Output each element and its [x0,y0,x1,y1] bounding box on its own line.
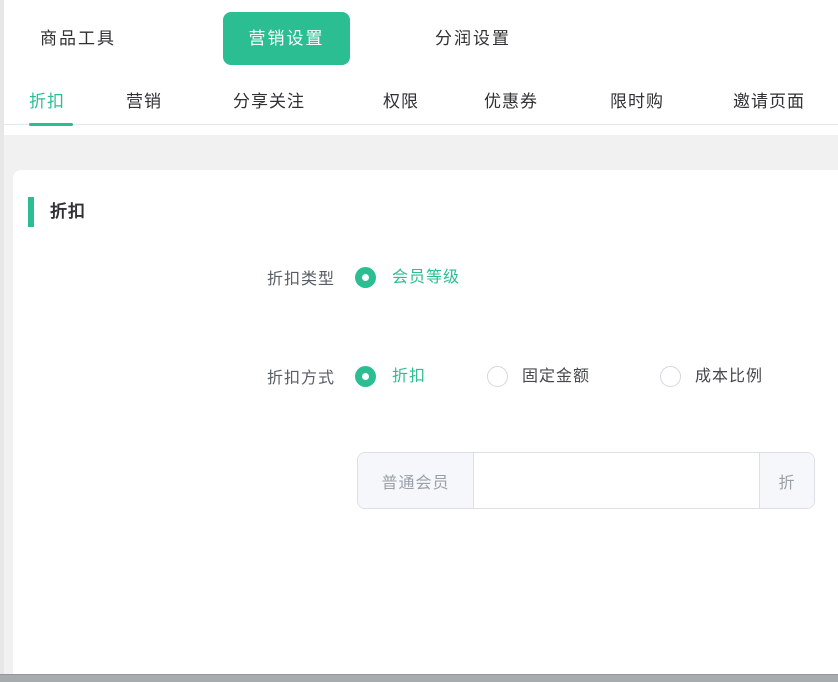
primary-tab-marketing-settings[interactable]: 营销设置 [223,12,350,65]
discount-panel: 折扣 折扣类型 会员等级 折扣方式 折扣 固定金额 成本比例 普通会员 折 [13,170,838,674]
radio-cost-ratio[interactable] [660,366,681,387]
member-discount-input-group: 普通会员 折 [357,452,815,509]
secondary-tab-marketing[interactable]: 营销 [126,85,162,125]
page: 商品工具 营销设置 分润设置 折扣 营销 分享关注 权限 优惠券 限时购 邀请页… [0,0,838,682]
active-tab-underline [29,123,73,126]
radio-fixed-amount[interactable] [487,366,508,387]
horizontal-scrollbar[interactable] [0,674,838,682]
radio-discount[interactable] [355,366,376,387]
secondary-tab-flash-sale[interactable]: 限时购 [610,85,664,125]
discount-value-input[interactable] [474,453,759,508]
secondary-tab-coupons[interactable]: 优惠券 [484,85,538,125]
discount-method-label: 折扣方式 [13,368,335,390]
input-prefix-regular-member: 普通会员 [358,453,474,508]
input-suffix-zhe: 折 [759,453,814,508]
primary-tab-product-tools[interactable]: 商品工具 [40,12,116,65]
radio-fixed-amount-label[interactable]: 固定金额 [522,366,590,388]
section-title: 折扣 [50,197,86,227]
primary-tab-profit-settings[interactable]: 分润设置 [435,12,511,65]
secondary-tab-bar: 折扣 营销 分享关注 权限 优惠券 限时购 邀请页面 [4,85,838,125]
secondary-tab-invite-page[interactable]: 邀请页面 [733,85,805,125]
discount-type-label: 折扣类型 [13,269,335,291]
header-card: 商品工具 营销设置 分润设置 折扣 营销 分享关注 权限 优惠券 限时购 邀请页… [4,0,838,135]
secondary-tab-share-follow[interactable]: 分享关注 [233,85,305,125]
secondary-tab-discount[interactable]: 折扣 [29,85,65,125]
radio-discount-label[interactable]: 折扣 [392,366,426,388]
secondary-tab-permissions[interactable]: 权限 [383,85,419,125]
radio-member-level-label[interactable]: 会员等级 [392,267,460,289]
section-accent-bar [28,197,34,227]
radio-member-level[interactable] [355,267,376,288]
radio-cost-ratio-label[interactable]: 成本比例 [695,366,763,388]
